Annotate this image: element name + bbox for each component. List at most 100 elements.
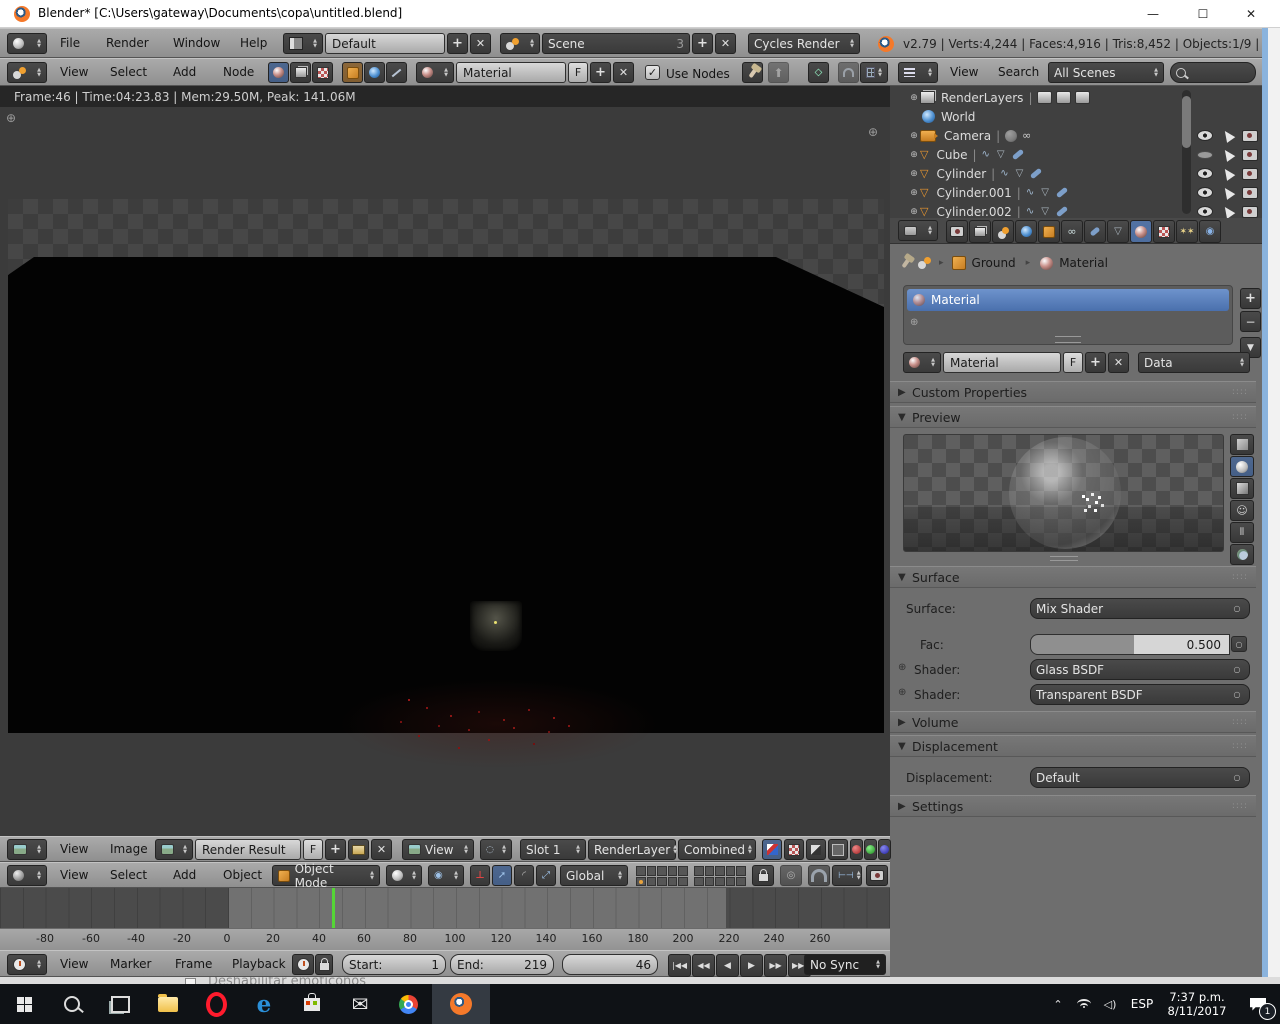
expand-icon[interactable]: ⊕ [908,207,920,217]
orientation-select[interactable]: Global [560,865,628,886]
channel-z-button[interactable] [806,839,826,860]
image-browse-button[interactable] [155,839,193,860]
preview-resize-grip[interactable] [1050,556,1078,561]
wifi-button[interactable] [1070,984,1098,1024]
blender-taskbar-button[interactable] [432,984,490,1024]
panel-volume[interactable]: ▶Volume [890,711,1256,733]
pass-select[interactable]: Combined [678,839,756,860]
menu-outliner-view[interactable]: View [940,59,988,86]
material-add-button[interactable]: + [1085,352,1106,373]
compositing-nodes-toggle[interactable] [290,62,311,83]
fake-user-button[interactable]: F [1063,352,1083,373]
menu-node[interactable]: Node [213,59,264,86]
chrome-button[interactable] [384,984,432,1024]
image-add-button[interactable]: + [325,839,346,860]
mode-select[interactable]: Object Mode [272,865,380,886]
mail-button[interactable]: ✉ [336,984,384,1024]
world-shader-toggle[interactable] [364,62,385,83]
taskbar-search-button[interactable] [48,984,96,1024]
snap-mode-select[interactable] [860,62,888,83]
snap-toggle-button[interactable] [808,865,830,886]
hide-toggle-cylinder[interactable] [1195,164,1215,183]
menu-image[interactable]: Image [100,836,158,863]
tab-object[interactable] [1038,220,1060,243]
layer-grid-right[interactable] [694,866,746,886]
slot-expand-icon[interactable]: ⊕ [910,317,918,328]
image-mode-select[interactable]: View [402,839,474,860]
render-toggle-cube[interactable] [1240,145,1260,164]
menu-frame[interactable]: Frame [165,951,222,978]
menu-file[interactable]: File [50,30,90,57]
pivot-point-select[interactable]: ◉ [428,865,464,886]
edge-button[interactable]: e [240,984,288,1024]
menu-marker[interactable]: Marker [100,951,161,978]
outliner-row-renderlayers[interactable]: ⊕ RenderLayers | [890,88,1262,107]
preview-type-sphere-button[interactable] [1230,456,1254,477]
snap-element-select[interactable]: ⊢⊣ [832,865,862,886]
render-toggle-cylinder[interactable] [1240,164,1260,183]
shader2-expand-icon[interactable]: ⊕ [898,687,906,698]
manipulator-rotate-button[interactable]: ◜ [514,865,534,886]
outliner-row-world[interactable]: World [890,107,1262,126]
menu-view[interactable]: View [50,59,98,86]
jump-to-start-button[interactable]: |◀◀ [668,954,691,977]
renderlayer-icon[interactable] [1056,91,1071,104]
material-datablock-icon[interactable] [416,62,454,83]
current-frame-marker[interactable] [332,888,335,928]
screen-layout-name[interactable]: Default [325,33,445,54]
preview-type-hair-button[interactable]: ⦀ [1230,522,1254,543]
shader1-select[interactable]: Glass BSDF [1030,659,1250,680]
tray-expand-button[interactable]: ⌃ [1044,984,1072,1024]
hide-toggle-cylinder-002[interactable] [1195,202,1215,218]
material-unlink-button[interactable]: ✕ [1108,352,1129,373]
pin-icon[interactable] [901,258,910,268]
action-center-button[interactable]: 1 [1236,984,1280,1024]
image-fake-user-button[interactable]: F [303,839,323,860]
tab-world[interactable] [1015,220,1037,243]
expand-icon[interactable]: ⊕ [908,188,920,198]
render-toggle-cylinder-002[interactable] [1240,202,1260,218]
slot-add-button[interactable]: + [1240,288,1261,309]
expand-icon[interactable]: ⊕ [908,169,920,179]
menu-render[interactable]: Render [96,30,159,57]
preview-type-cube-button[interactable] [1230,478,1254,499]
maximize-button[interactable]: ☐ [1180,0,1226,28]
hide-toggle-cube[interactable] [1195,145,1215,164]
expand-icon[interactable]: ⊕ [908,131,920,141]
preview-type-world-button[interactable] [1230,544,1254,565]
material-add-button[interactable]: + [590,62,611,83]
sync-mode-select[interactable]: No Sync [804,954,886,975]
start-button[interactable] [0,984,48,1024]
surface-select[interactable]: Mix Shader [1030,598,1250,619]
editor-type-outliner-button[interactable] [898,62,938,83]
displacement-select[interactable]: Default [1030,767,1250,788]
scene-icon-button[interactable] [500,33,540,54]
image-name-field[interactable]: Render Result [195,839,301,860]
expand-region-right-icon[interactable]: ⊕ [868,125,878,139]
lineart-shader-toggle[interactable] [386,62,407,83]
menu-3d-object[interactable]: Object [213,862,272,889]
channel-r-button[interactable] [850,839,863,860]
object-shader-toggle[interactable] [342,62,363,83]
panel-preview[interactable]: ▼Preview [890,406,1256,428]
layout-add-button[interactable]: + [447,33,468,54]
menu-3d-add[interactable]: Add [163,862,206,889]
outliner-search-input[interactable] [1170,62,1256,83]
scene-delete-button[interactable]: ✕ [715,33,736,54]
breadcrumb-material[interactable]: Material [1059,256,1108,270]
current-frame-field[interactable]: 46 [562,954,658,975]
editor-type-properties-button[interactable] [898,220,938,241]
tab-material[interactable] [1130,220,1152,243]
tab-modifiers[interactable] [1084,220,1106,243]
tab-render[interactable] [946,220,968,243]
breadcrumb-object[interactable]: Ground [972,256,1016,270]
tab-scene[interactable] [992,220,1014,243]
file-explorer-button[interactable] [144,984,192,1024]
material-name-field[interactable]: Material [456,62,566,83]
tab-physics[interactable]: ◉ [1199,220,1221,243]
expand-icon[interactable]: ⊕ [908,150,920,160]
tab-render-layers[interactable] [969,220,991,243]
select-toggle-cylinder[interactable] [1218,164,1238,183]
image-editor-view[interactable]: ⊕ ⊕ [0,107,890,836]
editor-type-timeline-button[interactable] [7,954,47,975]
